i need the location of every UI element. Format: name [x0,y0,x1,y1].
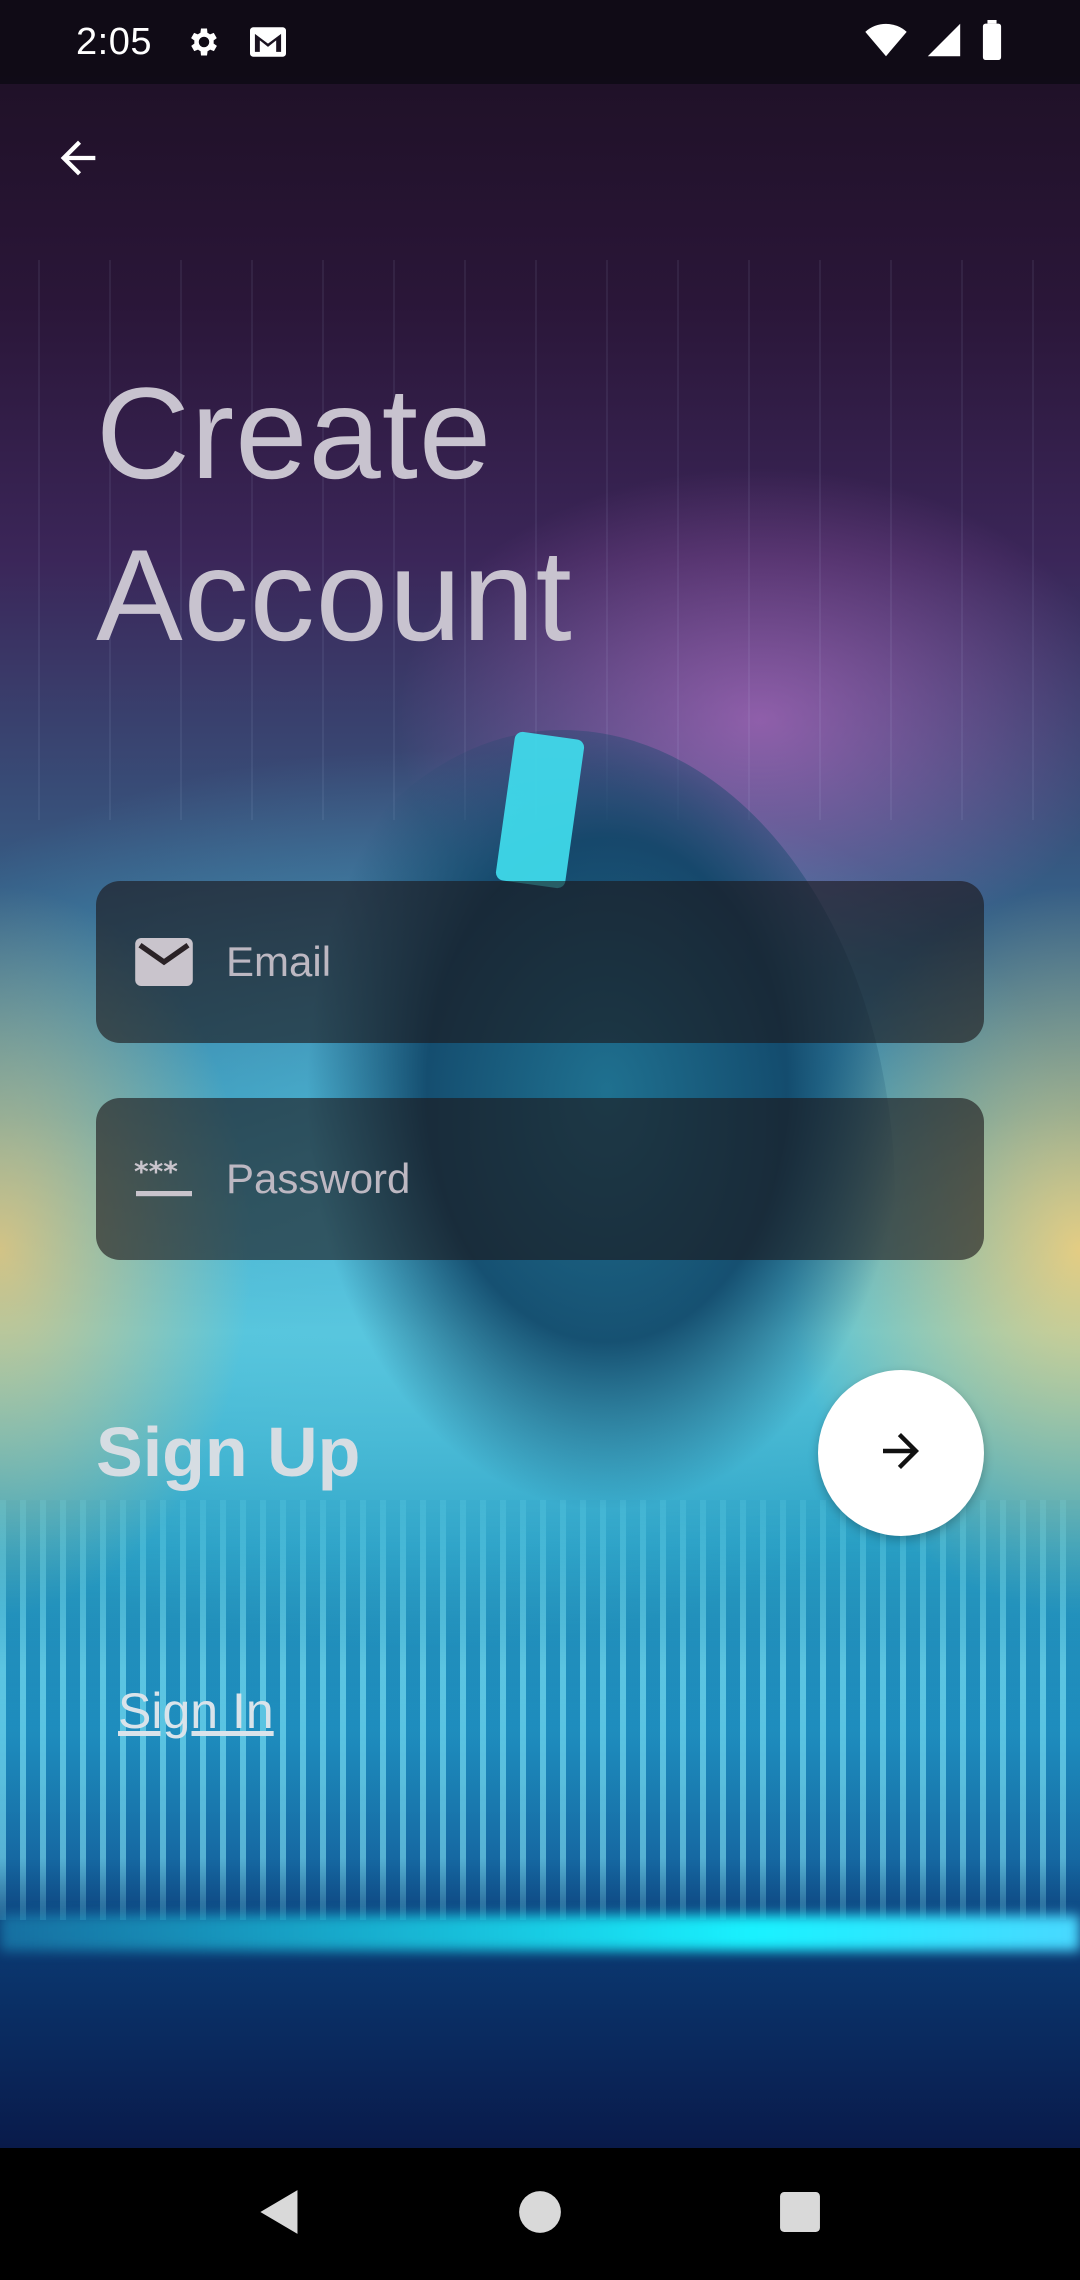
arrow-right-icon [874,1424,928,1483]
page-title-line2: Account [96,522,573,668]
password-icon: *** [132,1147,196,1211]
home-circle-icon [518,2190,562,2239]
back-button[interactable] [38,120,118,200]
background-artwork [0,0,1080,2148]
password-field[interactable]: *** [96,1098,984,1260]
envelope-icon [132,930,196,994]
nav-recents-button[interactable] [755,2169,845,2259]
nav-home-button[interactable] [495,2169,585,2259]
svg-text:***: *** [134,1157,178,1188]
page-title-line1: Create [96,360,493,506]
nav-back-button[interactable] [235,2169,325,2259]
background-glow-line [0,1915,1080,1951]
sign-up-label: Sign Up [96,1413,361,1491]
password-input[interactable] [226,1155,926,1203]
status-time: 2:05 [76,20,152,63]
gear-icon [184,22,224,62]
navigation-bar [0,2148,1080,2280]
arrow-left-icon [52,132,104,189]
page-title: Create Account [96,352,573,676]
signal-icon [926,22,962,63]
sign-in-link[interactable]: Sign In [118,1682,274,1740]
mail-icon [248,22,288,62]
sign-up-button[interactable] [818,1370,984,1536]
battery-icon [980,19,1004,65]
recents-square-icon [779,2191,821,2238]
email-field[interactable] [96,881,984,1043]
status-bar: 2:05 [0,0,1080,84]
email-input[interactable] [226,938,926,986]
wifi-icon [864,22,908,63]
back-triangle-icon [257,2188,303,2241]
